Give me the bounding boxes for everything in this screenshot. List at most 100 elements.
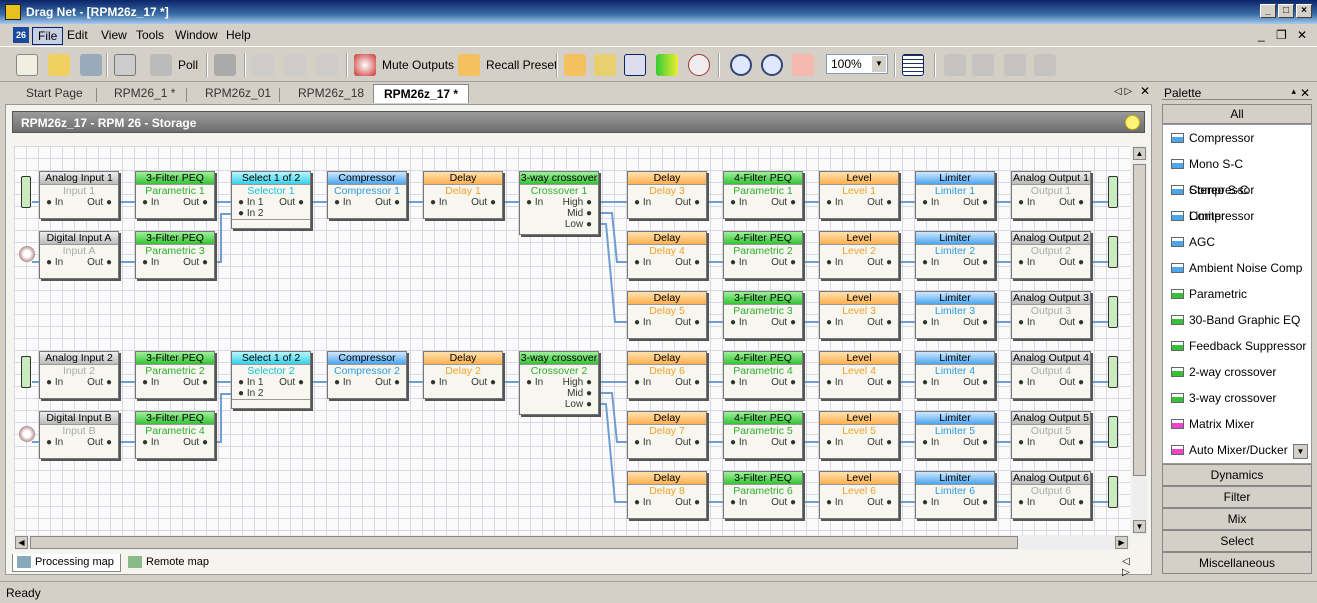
maximize-button[interactable]: □ bbox=[1278, 4, 1294, 18]
dsp-block-analog-input-2[interactable]: Analog Input 2 Input 2 ● In Out ● bbox=[39, 351, 119, 399]
app-icon[interactable]: 26 bbox=[13, 27, 29, 43]
palette-category-dynamics[interactable]: Dynamics bbox=[1162, 464, 1312, 486]
dsp-block-delay[interactable]: Delay Delay 3 ● In Out ● bbox=[627, 171, 707, 219]
palette-scroll-down-icon[interactable]: ▼ bbox=[1293, 444, 1308, 459]
zoom-out-icon[interactable] bbox=[730, 52, 752, 78]
tab-processing-map[interactable]: Processing map bbox=[12, 554, 121, 572]
vertical-scroll-thumb[interactable] bbox=[1133, 164, 1146, 476]
gauge-icon[interactable] bbox=[688, 52, 710, 78]
dsp-block-3-way-crossover[interactable]: 3-way crossover Crossover 2 ● In High ● Mid … bbox=[519, 351, 599, 415]
palette-item[interactable]: Auto Mixer/Ducker bbox=[1163, 437, 1311, 463]
mute-outputs-button[interactable]: Mute Outputs bbox=[354, 52, 454, 78]
dsp-block-limiter[interactable]: Limiter Limiter 3 ● In Out ● bbox=[915, 291, 995, 339]
scroll-left-icon[interactable]: ◀ bbox=[15, 536, 28, 549]
dsp-block-delay[interactable]: Delay Delay 4 ● In Out ● bbox=[627, 231, 707, 279]
palette-item[interactable]: Compressor bbox=[1163, 125, 1311, 151]
dsp-block-level[interactable]: Level Level 1 ● In Out ● bbox=[819, 171, 899, 219]
tab-start-page[interactable]: Start Page bbox=[26, 86, 83, 100]
minimize-button[interactable]: _ bbox=[1260, 4, 1276, 18]
horizontal-scrollbar[interactable]: ◀ ▶ bbox=[14, 535, 1130, 550]
dsp-block-limiter[interactable]: Limiter Limiter 2 ● In Out ● bbox=[915, 231, 995, 279]
delete-icon[interactable] bbox=[316, 52, 338, 78]
dsp-block-peq[interactable]: 4-Filter PEQ Parametric 4 ● In Out ● bbox=[723, 351, 803, 399]
dsp-block-3-filter-peq[interactable]: 3-Filter PEQ Parametric 3 ● In Out ● bbox=[135, 231, 215, 279]
print-icon[interactable] bbox=[114, 52, 136, 78]
mdi-restore-button[interactable]: ❐ bbox=[1276, 28, 1287, 42]
palette-item[interactable]: AGC bbox=[1163, 229, 1311, 255]
recall-preset-button[interactable]: Recall Preset bbox=[458, 52, 557, 78]
dsp-block-level[interactable]: Level Level 3 ● In Out ● bbox=[819, 291, 899, 339]
menu-file[interactable]: File bbox=[32, 27, 64, 45]
horizontal-scroll-thumb[interactable] bbox=[30, 536, 1018, 549]
dsp-block-level[interactable]: Level Level 2 ● In Out ● bbox=[819, 231, 899, 279]
tab-rpm26-1[interactable]: RPM26_1 * bbox=[114, 86, 175, 100]
mdi-minimize-button[interactable]: _ bbox=[1258, 28, 1265, 42]
dsp-block-limiter[interactable]: Limiter Limiter 6 ● In Out ● bbox=[915, 471, 995, 519]
dsp-block-peq[interactable]: 4-Filter PEQ Parametric 5 ● In Out ● bbox=[723, 411, 803, 459]
palette-item[interactable]: 2-way crossover bbox=[1163, 359, 1311, 385]
menu-tools[interactable]: Tools bbox=[131, 27, 169, 43]
dsp-block-3-filter-peq[interactable]: 3-Filter PEQ Parametric 2 ● In Out ● bbox=[135, 351, 215, 399]
dsp-block-limiter[interactable]: Limiter Limiter 4 ● In Out ● bbox=[915, 351, 995, 399]
dsp-block-delay[interactable]: Delay Delay 1 ● In Out ● bbox=[423, 171, 503, 219]
open-folder-icon[interactable] bbox=[48, 52, 70, 78]
dsp-block-delay[interactable]: Delay Delay 7 ● In Out ● bbox=[627, 411, 707, 459]
palette-close-icon[interactable]: ✕ bbox=[1300, 86, 1310, 100]
vertical-scrollbar[interactable]: ▲ ▼ bbox=[1132, 146, 1147, 535]
mdi-close-button[interactable]: ✕ bbox=[1297, 28, 1307, 42]
dsp-block-delay[interactable]: Delay Delay 6 ● In Out ● bbox=[627, 351, 707, 399]
save-disk-icon[interactable] bbox=[80, 52, 102, 78]
palette-all-button[interactable]: All bbox=[1162, 104, 1312, 124]
properties-icon[interactable] bbox=[624, 52, 646, 78]
dsp-block-limiter[interactable]: Limiter Limiter 5 ● In Out ● bbox=[915, 411, 995, 459]
pin-icon[interactable]: ▴ bbox=[1291, 86, 1296, 97]
dsp-block-analog-output[interactable]: Analog Output 4 Output 4 ● In Out ● bbox=[1011, 351, 1091, 399]
dsp-block-peq[interactable]: 3-Filter PEQ Parametric 6 ● In Out ● bbox=[723, 471, 803, 519]
palette-category-select[interactable]: Select bbox=[1162, 530, 1312, 552]
palette-category-miscellaneous[interactable]: Miscellaneous bbox=[1162, 552, 1312, 574]
menu-view[interactable]: View bbox=[96, 27, 132, 43]
dsp-block-3-filter-peq[interactable]: 3-Filter PEQ Parametric 1 ● In Out ● bbox=[135, 171, 215, 219]
dsp-block-level[interactable]: Level Level 6 ● In Out ● bbox=[819, 471, 899, 519]
dsp-block-analog-output[interactable]: Analog Output 2 Output 2 ● In Out ● bbox=[1011, 231, 1091, 279]
fit-to-window-icon[interactable] bbox=[792, 52, 814, 78]
dsp-block-delay[interactable]: Delay Delay 2 ● In Out ● bbox=[423, 351, 503, 399]
processing-map-canvas[interactable]: Analog Input 1 Input 1 ● In Out ● 3-Filter P… bbox=[14, 146, 1130, 535]
dsp-block-delay[interactable]: Delay Delay 5 ● In Out ● bbox=[627, 291, 707, 339]
scroll-down-icon[interactable]: ▼ bbox=[1133, 520, 1146, 533]
dsp-block-analog-output[interactable]: Analog Output 5 Output 5 ● In Out ● bbox=[1011, 411, 1091, 459]
numbering-icon[interactable] bbox=[594, 52, 616, 78]
palette-item[interactable]: Ambient Noise Comp bbox=[1163, 255, 1311, 281]
palette-item[interactable]: Mono S-C Compressor bbox=[1163, 151, 1311, 197]
zoom-in-icon[interactable] bbox=[761, 52, 783, 78]
zoom-select[interactable]: 100% ▼ bbox=[826, 54, 888, 74]
chevron-down-icon[interactable]: ▼ bbox=[872, 56, 886, 72]
dsp-block-analog-output[interactable]: Analog Output 1 Output 1 ● In Out ● bbox=[1011, 171, 1091, 219]
tab-rpm26z-17[interactable]: RPM26z_17 * bbox=[373, 84, 470, 103]
tab-scroll-arrows[interactable]: ◁ ▷ bbox=[1114, 86, 1132, 97]
dsp-block-select-1-of-2[interactable]: Select 1 of 2 Selector 1 ● In 1 Out ● ● In 2 bbox=[231, 171, 311, 229]
menu-edit[interactable]: Edit bbox=[62, 27, 93, 43]
palette-category-mix[interactable]: Mix bbox=[1162, 508, 1312, 530]
palette-item[interactable]: Matrix Mixer bbox=[1163, 411, 1311, 437]
tab-remote-map[interactable]: Remote map bbox=[124, 554, 215, 572]
map-scroll-arrows[interactable]: ◁ ▷ bbox=[1122, 556, 1130, 578]
device-icon[interactable] bbox=[214, 52, 236, 78]
dsp-block-analog-output[interactable]: Analog Output 6 Output 6 ● In Out ● bbox=[1011, 471, 1091, 519]
paste-icon[interactable] bbox=[284, 52, 306, 78]
dsp-block-digital-input-b[interactable]: Digital Input B Input B ● In Out ● bbox=[39, 411, 119, 459]
dsp-block-analog-output[interactable]: Analog Output 3 Output 3 ● In Out ● bbox=[1011, 291, 1091, 339]
palette-item[interactable]: Parametric bbox=[1163, 281, 1311, 307]
menu-window[interactable]: Window bbox=[170, 27, 223, 43]
palette-item[interactable]: Stereo S-C Compressor bbox=[1163, 177, 1311, 223]
dsp-block-digital-input-a[interactable]: Digital Input A Input A ● In Out ● bbox=[39, 231, 119, 279]
align-bottom-icon[interactable] bbox=[1034, 52, 1056, 78]
align-right-icon[interactable] bbox=[972, 52, 994, 78]
align-top-icon[interactable] bbox=[1004, 52, 1026, 78]
palette-item[interactable]: Limiter bbox=[1163, 203, 1311, 229]
dsp-block-compressor[interactable]: Compressor Compressor 2 ● In Out ● bbox=[327, 351, 407, 399]
preset-numbers-icon[interactable] bbox=[564, 52, 586, 78]
dsp-block-3-filter-peq[interactable]: 3-Filter PEQ Parametric 4 ● In Out ● bbox=[135, 411, 215, 459]
palette-item[interactable]: 3-way crossover bbox=[1163, 385, 1311, 411]
copy-icon[interactable] bbox=[252, 52, 274, 78]
